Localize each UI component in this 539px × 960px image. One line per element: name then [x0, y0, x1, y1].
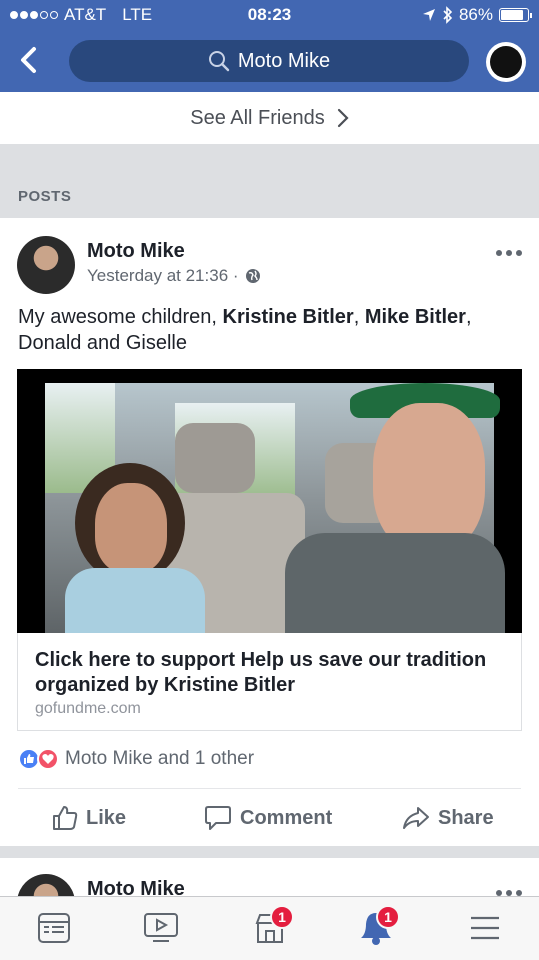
chevron-right-icon	[337, 108, 349, 128]
bluetooth-icon	[443, 6, 453, 24]
notifications-badge: 1	[376, 905, 400, 929]
status-right: 86%	[422, 5, 532, 25]
comment-icon	[205, 806, 231, 830]
like-label: Like	[86, 806, 127, 829]
link-card[interactable]: Click here to support Help us save our t…	[17, 633, 522, 731]
link-title: Click here to support Help us save our t…	[35, 649, 487, 696]
location-icon	[422, 9, 435, 21]
battery-percent: 86%	[458, 5, 493, 24]
top-header: AT&T LTE 08:23 86% Moto Mike	[0, 0, 539, 92]
search-input[interactable]: Moto Mike	[69, 40, 469, 82]
post-card: Moto Mike Yesterday at 21:36 · My awesom…	[0, 218, 539, 846]
menu-icon	[471, 916, 499, 940]
like-button[interactable]: Like	[52, 798, 126, 838]
next-post-author[interactable]: Moto Mike	[87, 878, 185, 898]
post-text: My awesome children, Kristine Bitler, Mi…	[18, 304, 518, 356]
tab-notifications[interactable]: 1	[352, 905, 400, 949]
love-reaction-icon	[37, 748, 59, 770]
comment-label: Comment	[240, 806, 333, 829]
tag-kristine-bitler[interactable]: Kristine Bitler	[223, 306, 354, 328]
bottom-tab-bar: 1 1	[0, 896, 539, 960]
news-feed-icon	[38, 913, 70, 943]
status-bar: AT&T LTE 08:23 86%	[0, 0, 539, 30]
next-post-card: Moto Mike	[0, 858, 539, 898]
tab-news-feed[interactable]	[30, 907, 78, 949]
see-all-friends-link[interactable]: See All Friends	[0, 92, 539, 144]
tab-marketplace[interactable]: 1	[246, 905, 294, 949]
back-button[interactable]	[14, 44, 44, 76]
post-text-prefix: My awesome children,	[18, 306, 223, 328]
post-text-sep: ,	[353, 306, 365, 328]
divider	[18, 788, 521, 789]
see-all-friends-label: See All Friends	[190, 106, 325, 129]
link-preview-image[interactable]	[17, 369, 522, 633]
share-button[interactable]: Share	[402, 798, 494, 838]
posts-label: POSTS	[18, 188, 72, 205]
marketplace-badge: 1	[270, 905, 294, 929]
author-avatar[interactable]	[17, 236, 75, 294]
search-text: Moto Mike	[237, 49, 331, 72]
battery-icon	[499, 8, 532, 22]
more-options-button[interactable]	[496, 250, 522, 256]
share-label: Share	[438, 806, 494, 829]
post-timestamp[interactable]: Yesterday at 21:36 ·	[87, 266, 261, 286]
like-icon	[53, 806, 78, 830]
feed-separator	[0, 846, 539, 858]
tab-menu[interactable]	[461, 907, 509, 949]
share-icon	[403, 807, 429, 829]
chevron-left-icon	[21, 47, 36, 73]
car-selfie-photo	[45, 383, 505, 633]
profile-avatar-button[interactable]	[486, 42, 526, 82]
timestamp-text: Yesterday at 21:36 ·	[87, 266, 239, 285]
author-name[interactable]: Moto Mike	[87, 240, 185, 263]
link-domain: gofundme.com	[35, 700, 141, 717]
tag-mike-bitler[interactable]: Mike Bitler	[365, 306, 466, 328]
video-icon	[144, 913, 178, 942]
reactions-summary[interactable]: Moto Mike and 1 other	[18, 748, 254, 770]
section-header: POSTS	[0, 144, 539, 218]
globe-icon	[245, 269, 260, 283]
comment-button[interactable]: Comment	[204, 798, 332, 838]
tab-watch[interactable]	[137, 907, 185, 949]
reactions-text: Moto Mike and 1 other	[65, 748, 255, 769]
post-actions: Like Comment Share	[0, 798, 539, 838]
profile-logo-icon	[490, 46, 522, 78]
search-icon	[208, 51, 230, 72]
next-post-avatar[interactable]	[17, 874, 75, 898]
